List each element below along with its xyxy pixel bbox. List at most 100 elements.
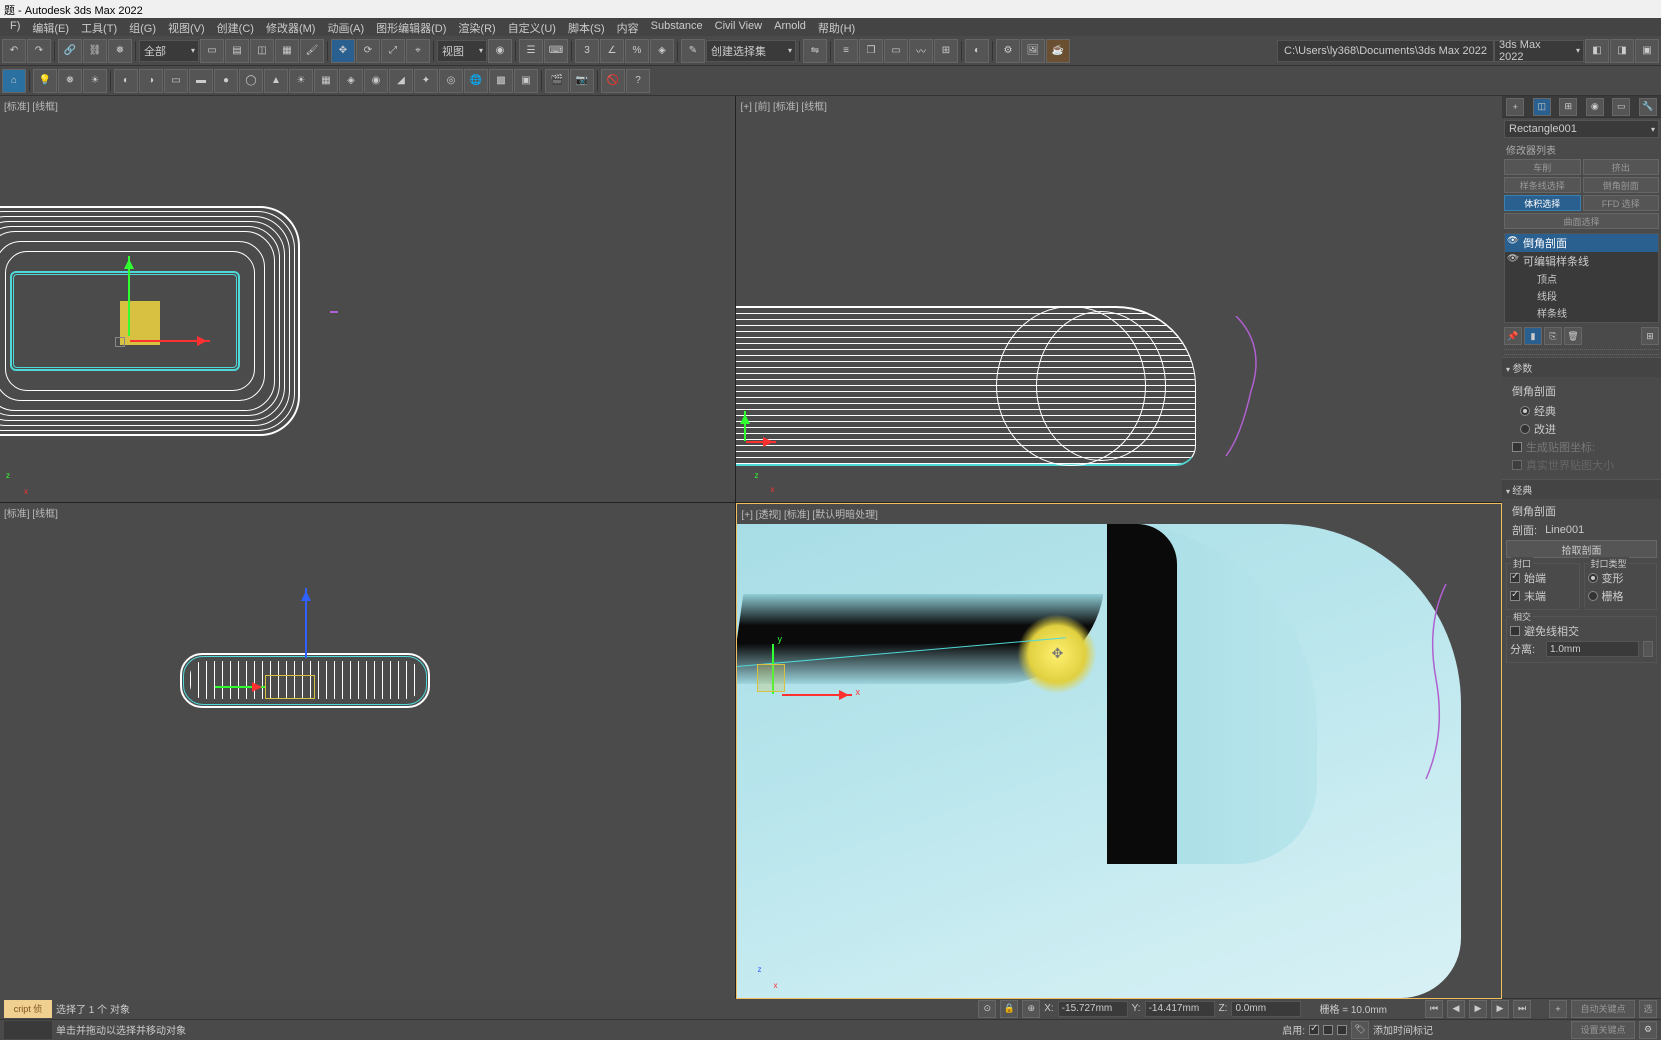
pivot-icon[interactable]: ◉ bbox=[488, 39, 512, 63]
light1-icon[interactable]: 💡 bbox=[33, 69, 57, 93]
viewport-perspective[interactable]: [+] [透视] [标准] [默认明暗处理] x bbox=[736, 503, 1502, 999]
z-coord-field[interactable]: 0.0mm bbox=[1231, 1001, 1301, 1017]
schematic-icon[interactable]: ⊞ bbox=[934, 39, 958, 63]
tab-create-icon[interactable]: + bbox=[1506, 98, 1524, 116]
camera-icon[interactable]: 📷 bbox=[570, 69, 594, 93]
tab-hierarchy-icon[interactable]: ⊞ bbox=[1559, 98, 1577, 116]
add-time-tag[interactable]: 添加时间标记 bbox=[1373, 1022, 1433, 1037]
show-end-result-icon[interactable]: ▮ bbox=[1524, 327, 1542, 345]
placement-icon[interactable]: ⌖ bbox=[406, 39, 430, 63]
modifier-stack[interactable]: 👁▸倒角剖面 👁▾可编辑样条线 顶点 线段 样条线 bbox=[1504, 233, 1659, 323]
menu-substance[interactable]: Substance bbox=[645, 18, 709, 36]
radio-improved[interactable] bbox=[1520, 424, 1530, 434]
viewport-top[interactable]: [标准] [线框] bbox=[0, 96, 735, 502]
project-path-field[interactable]: C:\Users\ly368\Documents\3ds Max 2022 bbox=[1277, 40, 1494, 62]
menu-civil[interactable]: Civil View bbox=[709, 18, 768, 36]
lum-icon[interactable]: ◉ bbox=[364, 69, 388, 93]
chk-enable1[interactable] bbox=[1309, 1025, 1319, 1035]
menu-script[interactable]: 脚本(S) bbox=[562, 18, 611, 36]
curve-editor-icon[interactable]: 〰 bbox=[909, 39, 933, 63]
redo-icon[interactable]: ↷ bbox=[27, 39, 51, 63]
preset-extrude[interactable]: 挤出 bbox=[1583, 159, 1660, 175]
render-frame-icon[interactable]: 🖼 bbox=[1021, 39, 1045, 63]
named-sel-dropdown[interactable]: 创建选择集 bbox=[706, 40, 796, 62]
light3-icon[interactable]: ☀ bbox=[83, 69, 107, 93]
separate-field[interactable]: 1.0mm bbox=[1546, 641, 1639, 657]
menu-edit[interactable]: 编辑(E) bbox=[26, 18, 75, 36]
rotate-icon[interactable]: ⟳ bbox=[356, 39, 380, 63]
menu-graph[interactable]: 图形编辑器(D) bbox=[370, 18, 452, 36]
selection-filter-dropdown[interactable]: 全部 bbox=[139, 40, 199, 62]
select-icon[interactable]: ▭ bbox=[200, 39, 224, 63]
menu-customize[interactable]: 自定义(U) bbox=[502, 18, 562, 36]
x-coord-field[interactable]: -15.727mm bbox=[1058, 1001, 1128, 1017]
modifier-editable-spline[interactable]: 👁▾可编辑样条线 bbox=[1505, 252, 1658, 270]
tab-utilities-icon[interactable]: 🔧 bbox=[1639, 98, 1657, 116]
separate-spinner[interactable] bbox=[1643, 641, 1653, 657]
time-tag-icon[interactable]: 🏷 bbox=[1351, 1021, 1369, 1039]
maxscript-mini[interactable] bbox=[4, 1021, 52, 1039]
box-icon[interactable]: ▭ bbox=[164, 69, 188, 93]
preset-lathe[interactable]: 车削 bbox=[1504, 159, 1581, 175]
window-crossing-icon[interactable]: ▦ bbox=[275, 39, 299, 63]
tab-modify-icon[interactable]: ◫ bbox=[1533, 98, 1551, 116]
make-unique-icon[interactable]: ⎘ bbox=[1544, 327, 1562, 345]
menu-arnold[interactable]: Arnold bbox=[768, 18, 812, 36]
radio-grid[interactable] bbox=[1588, 591, 1598, 601]
key-mode-icon[interactable]: + bbox=[1549, 1000, 1567, 1018]
chk-enable2[interactable] bbox=[1323, 1025, 1333, 1035]
preset-vol-select[interactable]: 体积选择 bbox=[1504, 195, 1581, 211]
subobj-segment[interactable]: 线段 bbox=[1505, 287, 1658, 304]
subobj-spline[interactable]: 样条线 bbox=[1505, 304, 1658, 321]
menu-content[interactable]: 内容 bbox=[611, 18, 645, 36]
key-filters-icon[interactable]: ⚙ bbox=[1639, 1021, 1657, 1039]
workspace-btn2-icon[interactable]: ◨ bbox=[1610, 39, 1634, 63]
render-icon[interactable]: ☕ bbox=[1046, 39, 1070, 63]
toggle-ribbon-icon[interactable]: ▭ bbox=[884, 39, 908, 63]
layer-icon[interactable]: ❐ bbox=[859, 39, 883, 63]
object-name-field[interactable]: Rectangle001 bbox=[1504, 120, 1659, 138]
coord-toggle-icon[interactable]: ⊕ bbox=[1022, 1000, 1040, 1018]
remove-mod-icon[interactable]: 🗑 bbox=[1564, 327, 1582, 345]
goto-start-icon[interactable]: ⏮ bbox=[1425, 1000, 1443, 1018]
menu-views[interactable]: 视图(V) bbox=[162, 18, 211, 36]
scale-icon[interactable]: ⤢ bbox=[381, 39, 405, 63]
workspace-btn1-icon[interactable]: ◧ bbox=[1585, 39, 1609, 63]
preset-surf-select[interactable]: 曲面选择 bbox=[1504, 213, 1659, 229]
sun-icon[interactable]: ☀ bbox=[289, 69, 313, 93]
mesh-light-icon[interactable]: ◈ bbox=[339, 69, 363, 93]
forbid-icon[interactable]: 🚫 bbox=[601, 69, 625, 93]
chk-enable3[interactable] bbox=[1337, 1025, 1347, 1035]
chk-avoid-intersect[interactable] bbox=[1510, 626, 1520, 636]
keyboard-icon[interactable]: ⌨ bbox=[544, 39, 568, 63]
goto-end-icon[interactable]: ⏭ bbox=[1513, 1000, 1531, 1018]
next-frame-icon[interactable]: ▶ bbox=[1491, 1000, 1509, 1018]
maxscript-listener[interactable]: cript 侦 bbox=[4, 1000, 52, 1018]
home-icon[interactable]: ⌂ bbox=[2, 69, 26, 93]
cone-icon[interactable]: ▲ bbox=[264, 69, 288, 93]
rollout-classic-header[interactable]: 经典 bbox=[1502, 479, 1661, 499]
chk-cap-start[interactable] bbox=[1510, 573, 1520, 583]
play-icon[interactable]: ▶ bbox=[1469, 1000, 1487, 1018]
light4-icon[interactable]: ◐ bbox=[114, 69, 138, 93]
prev-frame-icon[interactable]: ◀ bbox=[1447, 1000, 1465, 1018]
radio-morph[interactable] bbox=[1588, 573, 1598, 583]
menu-tools[interactable]: 工具(T) bbox=[75, 18, 123, 36]
preset-spline-select[interactable]: 样条线选择 bbox=[1504, 177, 1581, 193]
menu-create[interactable]: 创建(C) bbox=[211, 18, 260, 36]
percent-snap-icon[interactable]: % bbox=[625, 39, 649, 63]
unlink-icon[interactable]: ⛓ bbox=[83, 39, 107, 63]
angle-snap-icon[interactable]: ∠ bbox=[600, 39, 624, 63]
modifier-bevel-profile[interactable]: 👁▸倒角剖面 bbox=[1505, 234, 1658, 252]
checker-icon[interactable]: ▣ bbox=[514, 69, 538, 93]
photometric-icon[interactable]: ◎ bbox=[439, 69, 463, 93]
material-editor-icon[interactable]: ◐ bbox=[965, 39, 989, 63]
link-icon[interactable]: 🔗 bbox=[58, 39, 82, 63]
viewport-left[interactable]: [标准] [线框] bbox=[0, 503, 735, 999]
menu-modifiers[interactable]: 修改器(M) bbox=[260, 18, 322, 36]
btn-pick-profile[interactable]: 拾取剖面 bbox=[1506, 540, 1657, 558]
torus-icon[interactable]: ◯ bbox=[239, 69, 263, 93]
menu-group[interactable]: 组(G) bbox=[123, 18, 162, 36]
menu-animation[interactable]: 动画(A) bbox=[321, 18, 370, 36]
undo-icon[interactable]: ↶ bbox=[2, 39, 26, 63]
